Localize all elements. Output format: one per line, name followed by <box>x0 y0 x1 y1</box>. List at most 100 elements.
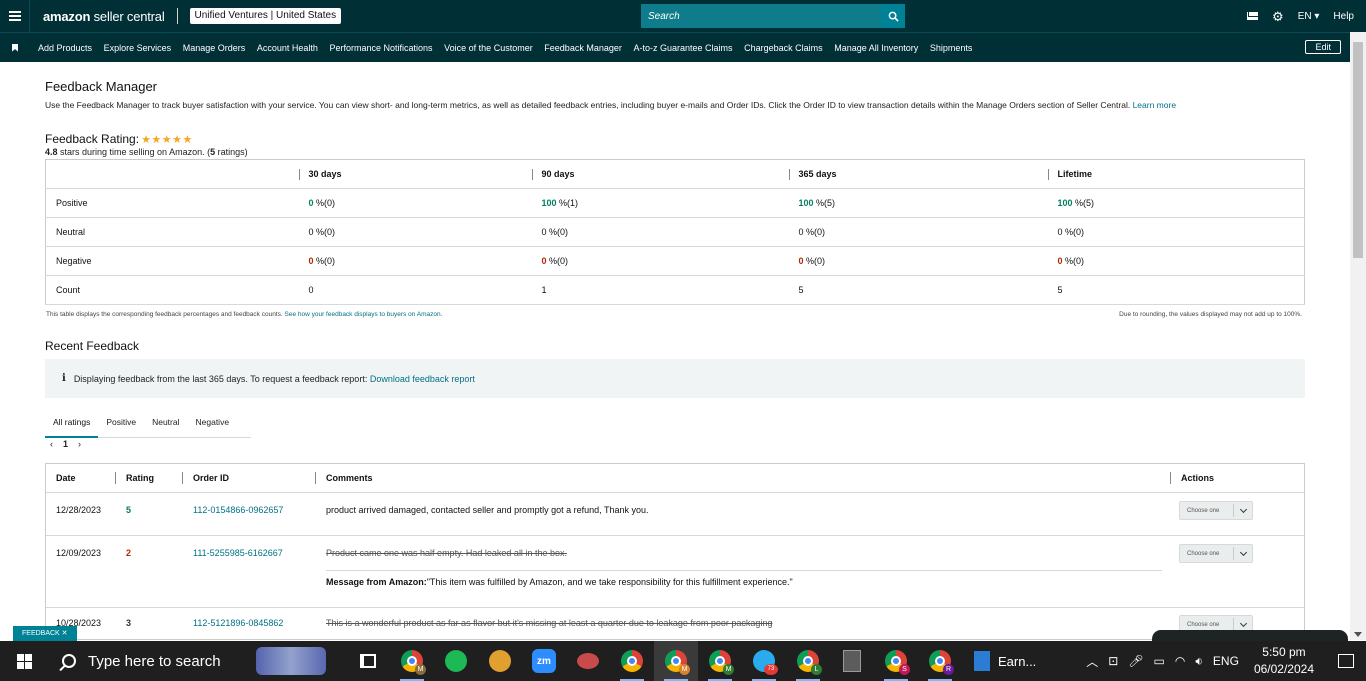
top-header: amazon seller central Unified Ventures |… <box>0 0 1366 32</box>
meet-now-icon[interactable]: ⊡ <box>1108 654 1118 668</box>
telegram-icon[interactable]: 73 <box>742 641 786 681</box>
row-order-id[interactable]: 111-5255985-6162667 <box>193 548 283 558</box>
chevron-up-icon[interactable]: ︿ <box>1086 653 1098 670</box>
row-order-id[interactable]: 112-5121896-0845862 <box>193 618 283 628</box>
row-comment: Product came one was half empty. Had lea… <box>326 548 567 558</box>
windows-taskbar: Type here to search M zm M M 73 L S R Ea… <box>0 641 1366 681</box>
nav-account-health[interactable]: Account Health <box>257 43 318 53</box>
tab-positive[interactable]: Positive <box>98 408 144 438</box>
feedback-table: Date Rating Order ID Comments Actions 12… <box>45 463 1305 640</box>
action-select[interactable]: Choose one <box>1179 501 1253 520</box>
seller-central-logo[interactable]: amazon seller central <box>43 9 165 24</box>
chrome-profile-r-icon[interactable]: R <box>918 641 962 681</box>
footnote-text: This table displays the corresponding fe… <box>46 311 283 318</box>
edit-nav-button[interactable]: Edit <box>1305 40 1341 54</box>
document-icon <box>974 651 990 671</box>
count-label: Count <box>45 275 299 305</box>
account-switcher[interactable]: Unified Ventures | United States <box>189 8 342 24</box>
spotify-icon[interactable] <box>434 641 478 681</box>
windows-start-icon[interactable] <box>0 641 48 681</box>
chrome-profile-m3-icon[interactable]: M <box>698 641 742 681</box>
col-divider <box>1170 472 1171 484</box>
nav-explore-services[interactable]: Explore Services <box>104 43 172 53</box>
nav-voice-of-customer[interactable]: Voice of the Customer <box>444 43 533 53</box>
chrome-profile-l-icon[interactable]: L <box>786 641 830 681</box>
prev-page-icon[interactable]: ‹ <box>50 439 53 449</box>
nav-chargeback-claims[interactable]: Chargeback Claims <box>744 43 823 53</box>
learn-more-link[interactable]: Learn more <box>1133 100 1176 110</box>
col-divider <box>115 472 116 484</box>
negative-lifetime: 0 %(0) <box>1047 246 1305 276</box>
notifications-icon[interactable] <box>1326 641 1366 681</box>
nav-manage-inventory[interactable]: Manage All Inventory <box>834 43 918 53</box>
app-character-icon[interactable] <box>478 641 522 681</box>
nav-performance-notifications[interactable]: Performance Notifications <box>330 43 433 53</box>
search-input[interactable] <box>641 4 881 28</box>
chrome-profile-m2-icon[interactable]: M <box>654 641 698 681</box>
nav-add-products[interactable]: Add Products <box>38 43 92 53</box>
logo-prefix: amazon <box>43 8 91 24</box>
earn-document-window[interactable]: Earn... <box>962 651 1052 671</box>
positive-label: Positive <box>45 188 299 218</box>
download-report-link[interactable]: Download feedback report <box>370 374 475 384</box>
wifi-icon[interactable]: ◠ <box>1175 654 1185 668</box>
current-page[interactable]: 1 <box>63 439 68 449</box>
chrome-profile-m-icon[interactable]: M <box>390 641 434 681</box>
positive-lifetime-count: %(5) <box>1075 198 1095 208</box>
header-actions: ⚙ EN ▾ Help <box>1247 0 1354 32</box>
nav-a-to-z-claims[interactable]: A-to-z Guarantee Claims <box>633 43 732 53</box>
col-30-days: 30 days <box>298 159 532 189</box>
nav-feedback-manager[interactable]: Feedback Manager <box>544 43 622 53</box>
chrome-icon[interactable] <box>610 641 654 681</box>
mail-icon[interactable] <box>1247 12 1259 20</box>
microphone-icon[interactable]: 🎤︎ <box>1128 654 1143 668</box>
clock[interactable]: 5:50 pm 06/02/2024 <box>1254 644 1314 678</box>
battery-icon[interactable]: ▭ <box>1154 654 1165 668</box>
help-link[interactable]: Help <box>1333 11 1354 22</box>
paint-icon[interactable] <box>566 641 610 681</box>
language-indicator[interactable]: ENG <box>1213 654 1239 668</box>
next-page-icon[interactable]: › <box>78 439 81 449</box>
count-90: 1 <box>531 275 789 305</box>
zoom-icon[interactable]: zm <box>522 641 566 681</box>
rating-text: stars during time selling on Amazon. ( <box>57 147 211 157</box>
volume-icon[interactable]: 🔉︎ <box>1195 654 1203 669</box>
info-icon: i <box>62 373 66 384</box>
bookmark-icon[interactable] <box>0 43 30 52</box>
feedback-tab-button[interactable]: FEEDBACK ✕ <box>13 626 77 641</box>
positive-lifetime: 100 %(5) <box>1047 188 1305 218</box>
feedback-metrics-table: 30 days 90 days 365 days Lifetime Positi… <box>45 159 1305 305</box>
amazon-message: Message from Amazon: "This item was fulf… <box>326 570 1162 587</box>
row-order-id[interactable]: 112-0154866-0962657 <box>193 505 283 515</box>
gear-icon[interactable]: ⚙ <box>1272 10 1284 23</box>
action-select[interactable]: Choose one <box>1179 544 1253 563</box>
chrome-profile-s-icon[interactable]: S <box>874 641 918 681</box>
row-date: 12/28/2023 <box>56 505 102 515</box>
buyer-view-link[interactable]: See how your feedback displays to buyers… <box>285 311 443 318</box>
bookmark-nav: Add Products Explore Services Manage Ord… <box>0 32 1366 62</box>
task-view-icon[interactable] <box>346 641 390 681</box>
page-scrollbar[interactable] <box>1350 32 1366 640</box>
positive-30-pct: 0 <box>308 198 314 208</box>
search-button[interactable] <box>881 4 905 28</box>
scrollbar-thumb[interactable] <box>1353 42 1363 258</box>
header-comments: Comments <box>326 473 373 483</box>
taskbar-search[interactable]: Type here to search <box>48 641 336 681</box>
tab-all-ratings[interactable]: All ratings <box>45 408 99 438</box>
nav-manage-orders[interactable]: Manage Orders <box>183 43 246 53</box>
negative-90-count: %(0) <box>549 256 569 266</box>
menu-icon[interactable] <box>0 0 30 32</box>
positive-365: 100 %(5) <box>788 188 1048 218</box>
scroll-down-arrow-icon[interactable] <box>1354 632 1362 637</box>
calculator-icon[interactable] <box>830 641 874 681</box>
metrics-header-row: 30 days 90 days 365 days Lifetime <box>45 159 1305 189</box>
tab-neutral[interactable]: Neutral <box>144 408 187 438</box>
tab-negative[interactable]: Negative <box>188 408 238 438</box>
nav-shipments[interactable]: Shipments <box>930 43 973 53</box>
positive-30: 0 %(0) <box>298 188 532 218</box>
table-row: 12/09/2023 2 111-5255985-6162667 Product… <box>46 536 1304 608</box>
language-selector[interactable]: EN ▾ <box>1298 11 1320 22</box>
search-highlight-image <box>256 647 326 675</box>
clock-date: 06/02/2024 <box>1253 662 1314 676</box>
clock-time: 5:50 pm <box>1262 645 1306 659</box>
